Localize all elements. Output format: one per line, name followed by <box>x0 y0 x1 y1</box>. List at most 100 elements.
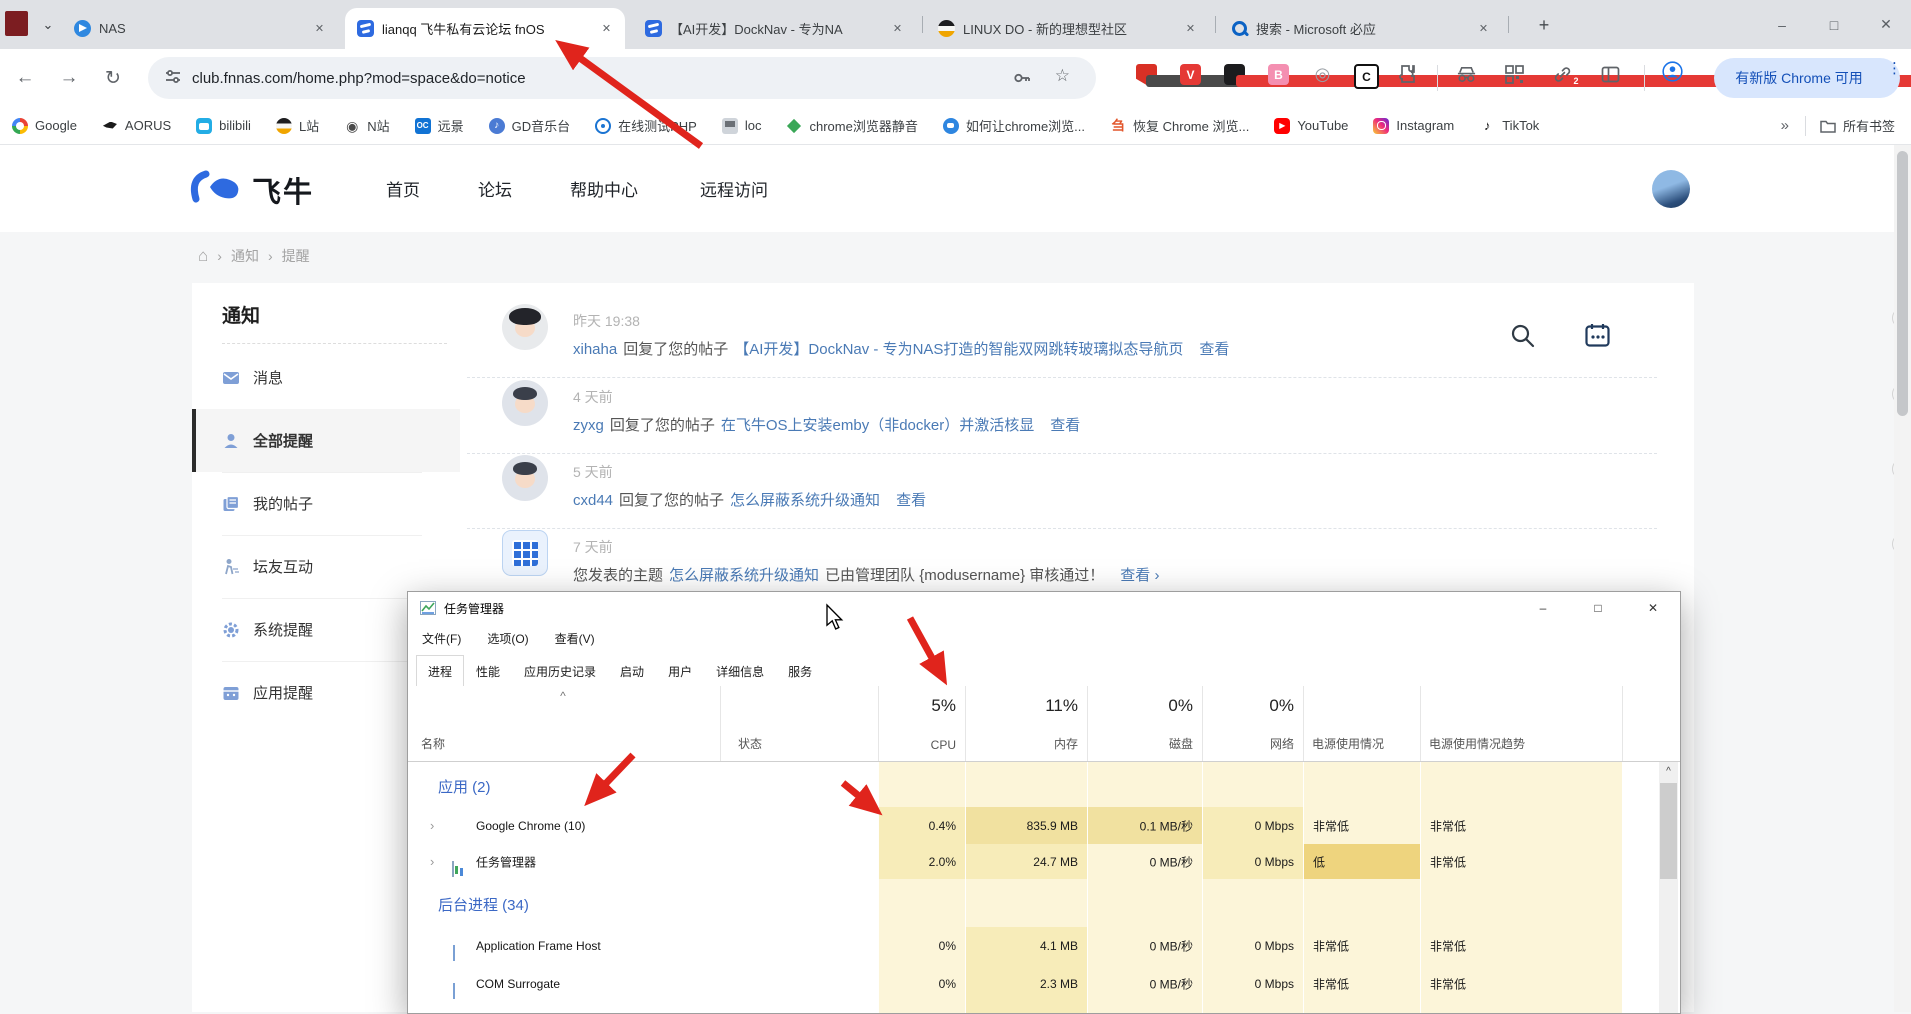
avatar[interactable] <box>502 380 548 426</box>
home-icon[interactable]: ⌂ <box>198 246 208 266</box>
avatar[interactable] <box>502 455 548 501</box>
new-tab-button[interactable]: + <box>1532 13 1556 37</box>
bookmark-chrome-mute[interactable]: chrome浏览器静音 <box>786 116 917 135</box>
menu-file[interactable]: 文件(F) <box>422 630 461 647</box>
tab-services[interactable]: 服务 <box>776 655 824 687</box>
tab-close-icon[interactable]: ✕ <box>598 20 615 37</box>
expand-chevron-icon[interactable]: › <box>430 853 434 868</box>
tab-app-history[interactable]: 应用历史记录 <box>512 655 608 687</box>
tm-maximize-button[interactable]: □ <box>1573 592 1623 623</box>
task-manager-scrollbar[interactable]: ^ <box>1659 762 1678 1013</box>
sidebar-item-messages[interactable]: 消息 <box>192 346 460 409</box>
browser-tab-fnos-active[interactable]: lianqq 飞牛私有云论坛 fnOS ✕ <box>345 8 625 49</box>
process-group-row[interactable]: 应用 (2) <box>408 762 1680 807</box>
post-link[interactable]: 在飞牛OS上安装emby（非docker）并激活核显 <box>721 417 1034 434</box>
bookmark-chrome-howto[interactable]: 如何让chrome浏览... <box>943 116 1085 135</box>
tab-processes[interactable]: 进程 <box>416 655 464 687</box>
sidebar-item-interaction[interactable]: 坛友互动 <box>192 535 460 598</box>
bookmark-nzhan[interactable]: ◉N站 <box>344 116 389 135</box>
bookmark-tiktok[interactable]: ♪TikTok <box>1479 118 1539 134</box>
chrome-menu-icon[interactable]: ⋮ <box>1887 59 1902 77</box>
process-row-taskmgr[interactable]: › 任务管理器 2.0% 24.7 MB 0 MB/秒 0 Mbps 低 非常低 <box>408 844 1680 879</box>
search-icon[interactable] <box>1510 323 1536 349</box>
tab-startup[interactable]: 启动 <box>608 655 656 687</box>
tab-close-icon[interactable]: ✕ <box>311 20 328 37</box>
page-scrollbar-thumb[interactable] <box>1897 151 1908 416</box>
site-logo-text[interactable]: 飞牛 <box>252 169 314 211</box>
process-row-com[interactable]: COM Surrogate 0% 2.3 MB 0 MB/秒 0 Mbps 非常… <box>408 965 1680 1002</box>
browser-tab-bing[interactable]: 搜索 - Microsoft 必应 ✕ <box>1219 8 1502 49</box>
column-cpu[interactable]: CPU <box>878 738 956 752</box>
bookmark-star-icon[interactable]: ☆ <box>1055 66 1070 86</box>
scroll-up-icon[interactable]: ^ <box>1659 762 1678 781</box>
username-link[interactable]: xihaha <box>573 341 617 358</box>
view-link[interactable]: 查看 › <box>1120 567 1159 584</box>
back-icon[interactable]: ← <box>10 63 40 93</box>
bookmark-yuanjing[interactable]: OC远景 <box>415 116 464 135</box>
process-row-afh[interactable]: Application Frame Host 0% 4.1 MB 0 MB/秒 … <box>408 927 1680 965</box>
breadcrumb-remind[interactable]: 提醒 <box>282 246 310 266</box>
fnnas-logo-icon[interactable] <box>188 169 246 209</box>
browser-tab-linuxdo[interactable]: LINUX DO - 新的理想型社区 ✕ <box>926 8 1209 49</box>
process-row-ctf[interactable]: CTF 加载程序 0% 10.4 MB 0 MB/秒 0 Mbps 非常低 非常… <box>408 1002 1680 1014</box>
nav-forum[interactable]: 论坛 <box>478 145 512 232</box>
site-info-icon[interactable] <box>164 68 182 86</box>
view-link[interactable]: 查看 <box>1199 341 1229 358</box>
window-maximize-button[interactable]: □ <box>1809 0 1859 49</box>
nav-home[interactable]: 首页 <box>386 145 420 232</box>
address-bar[interactable]: club.fnnas.com/home.php?mod=space&do=not… <box>148 57 1096 99</box>
tab-search-button[interactable]: ⌄ <box>36 13 60 37</box>
copy-link-icon[interactable] <box>1552 64 1573 85</box>
tab-users[interactable]: 用户 <box>656 655 704 687</box>
process-row-chrome[interactable]: › Google Chrome (10) 0.4% 835.9 MB 0.1 M… <box>408 807 1680 844</box>
post-link[interactable]: 怎么屏蔽系统升级通知 <box>730 492 880 509</box>
post-link[interactable]: 怎么屏蔽系统升级通知 <box>669 567 819 584</box>
column-power-trend[interactable]: 电源使用情况趋势 <box>1429 735 1525 752</box>
username-link[interactable]: zyxg <box>573 417 604 434</box>
menu-options[interactable]: 选项(O) <box>487 630 528 647</box>
nav-remote-access[interactable]: 远程访问 <box>700 145 768 232</box>
bookmark-instagram[interactable]: Instagram <box>1373 118 1454 134</box>
bookmark-aorus[interactable]: AORUS <box>102 118 171 134</box>
column-status[interactable]: 状态 <box>738 735 762 752</box>
column-network[interactable]: 网络 <box>1202 735 1294 752</box>
sidebar-item-all-reminders[interactable]: 全部提醒 <box>192 409 460 472</box>
avatar[interactable] <box>502 304 548 350</box>
incognito-icon[interactable] <box>1456 64 1477 85</box>
bookmark-php-test[interactable]: 在线测试PHP <box>595 116 697 135</box>
username-link[interactable]: cxd44 <box>573 492 613 509</box>
scrollbar-thumb[interactable] <box>1660 783 1677 879</box>
post-link[interactable]: 【AI开发】DockNav - 专为NAS打造的智能双网跳转玻璃拟态导航页 <box>734 341 1183 358</box>
url-text[interactable]: club.fnnas.com/home.php?mod=space&do=not… <box>192 70 526 87</box>
user-avatar[interactable] <box>1652 170 1690 208</box>
tab-details[interactable]: 详细信息 <box>704 655 776 687</box>
forward-icon[interactable]: → <box>54 63 84 93</box>
password-key-icon[interactable] <box>1012 68 1032 88</box>
profile-icon[interactable] <box>1662 61 1683 82</box>
chrome-update-button[interactable]: 有新版 Chrome 可用 <box>1714 58 1900 98</box>
b-extension-icon[interactable]: B <box>1268 64 1289 85</box>
sort-caret-icon[interactable]: ^ <box>548 689 578 703</box>
c-extension-icon[interactable]: C <box>1354 64 1379 89</box>
qr-code-icon[interactable] <box>1504 64 1525 85</box>
task-manager-titlebar[interactable]: 任务管理器 – □ ✕ <box>408 592 1680 624</box>
tm-minimize-button[interactable]: – <box>1518 592 1568 623</box>
sidebar-item-my-posts[interactable]: 我的帖子 <box>192 472 460 535</box>
browser-tab-nas[interactable]: NAS ✕ <box>62 8 338 49</box>
system-app-avatar[interactable] <box>502 530 548 576</box>
calendar-icon[interactable] <box>1584 322 1611 349</box>
spiral-extension-icon[interactable]: ◎ <box>1312 64 1333 85</box>
window-minimize-button[interactable]: – <box>1757 0 1807 49</box>
tab-close-icon[interactable]: ✕ <box>1182 20 1199 37</box>
extensions-puzzle-icon[interactable] <box>1398 64 1419 85</box>
tab-close-icon[interactable]: ✕ <box>889 20 906 37</box>
column-power[interactable]: 电源使用情况 <box>1312 735 1384 752</box>
breadcrumb-notice[interactable]: 通知 <box>231 246 259 266</box>
all-bookmarks-button[interactable]: 所有书签 <box>1820 116 1895 135</box>
bookmark-loc[interactable]: loc <box>722 118 762 134</box>
view-link[interactable]: 查看 <box>1050 417 1080 434</box>
process-group-row[interactable]: 后台进程 (34) <box>408 879 1680 927</box>
v-extension-icon[interactable]: V <box>1180 64 1201 85</box>
column-memory[interactable]: 内存 <box>965 735 1078 752</box>
window-close-button[interactable]: ✕ <box>1861 0 1911 49</box>
